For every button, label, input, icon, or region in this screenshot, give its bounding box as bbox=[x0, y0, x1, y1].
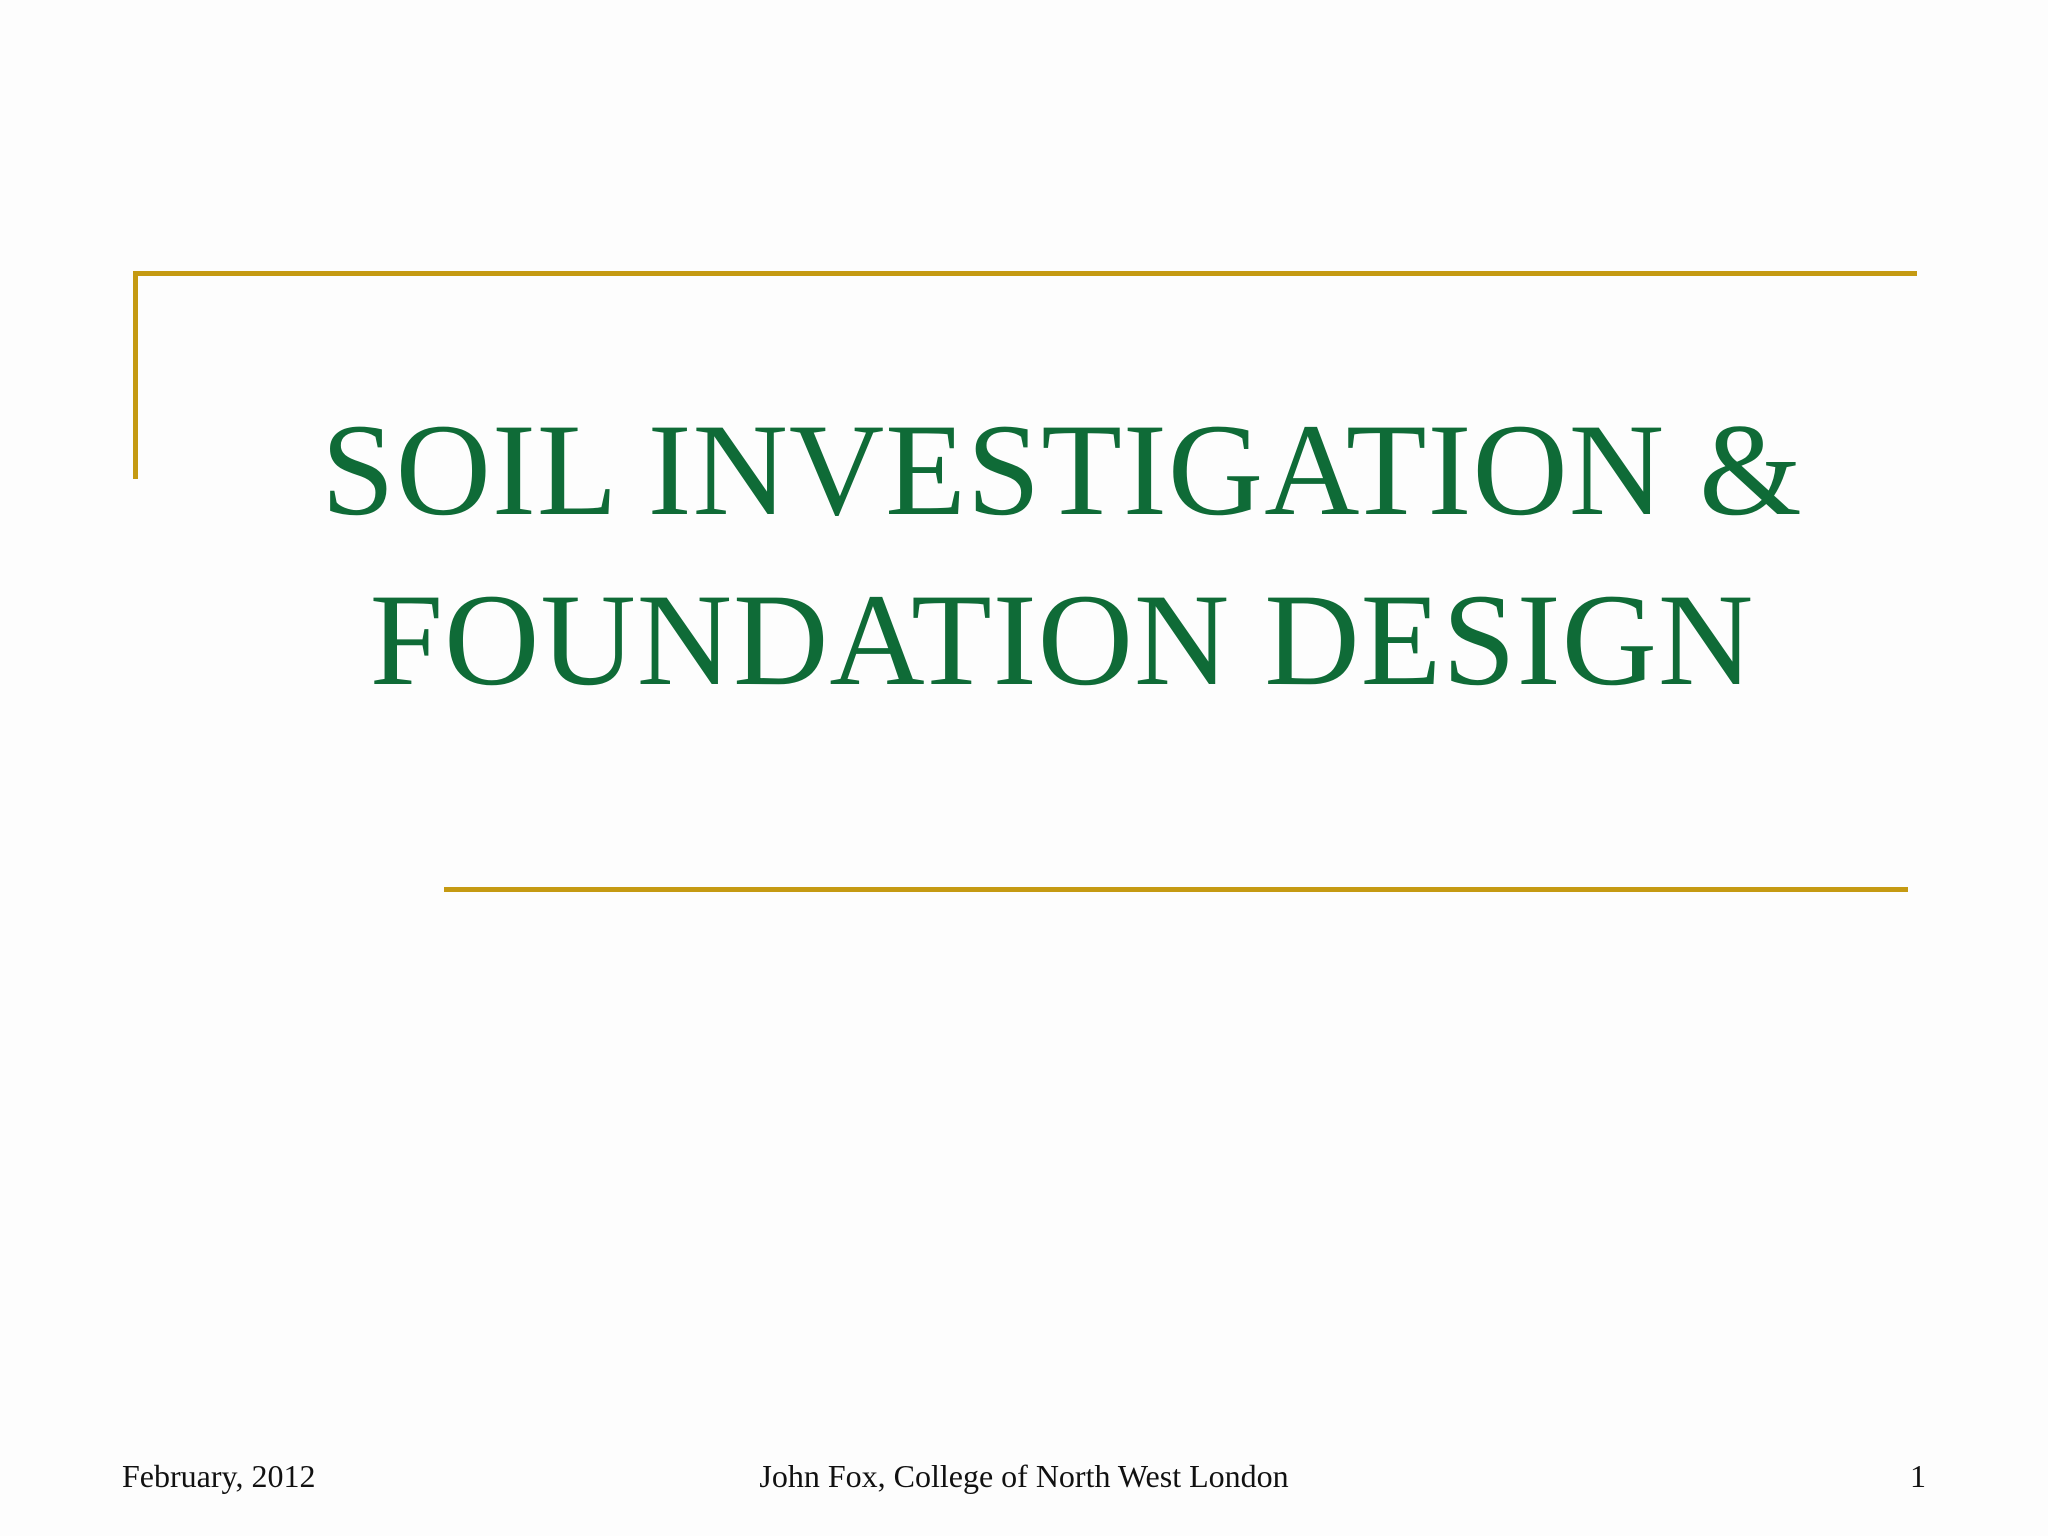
accent-rule-left bbox=[133, 271, 138, 479]
slide-title-line-1: SOIL INVESTIGATION & bbox=[321, 396, 1803, 543]
slide-title: SOIL INVESTIGATION & FOUNDATION DESIGN bbox=[190, 385, 1934, 725]
accent-rule-bottom bbox=[444, 887, 1908, 892]
accent-rule-top bbox=[133, 271, 1917, 276]
footer-author: John Fox, College of North West London bbox=[759, 1458, 1289, 1494]
page-number: 1 bbox=[1910, 1458, 1926, 1494]
slide-title-line-2: FOUNDATION DESIGN bbox=[369, 566, 1755, 713]
